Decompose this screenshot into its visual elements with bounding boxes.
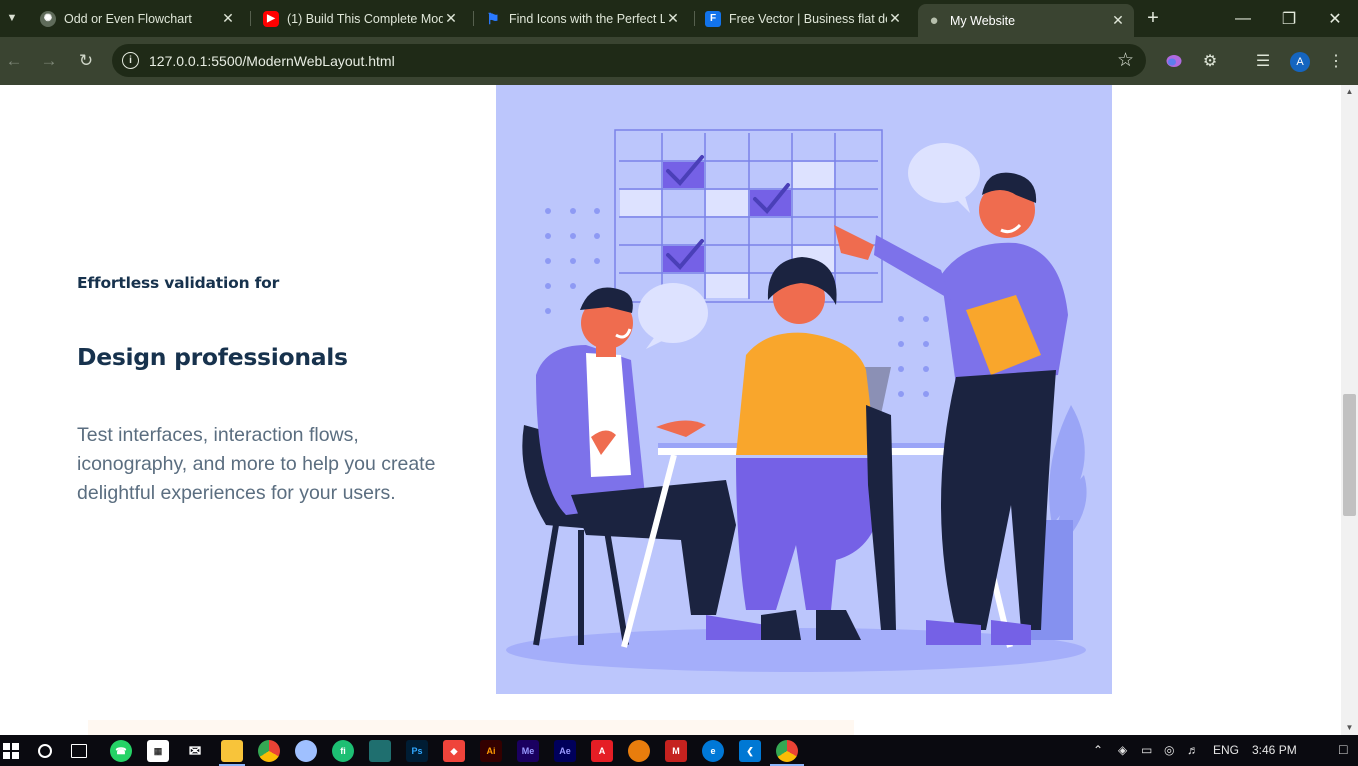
after-effects-icon[interactable]: Ae [554,740,576,762]
media-encoder-icon[interactable]: Me [517,740,539,762]
media-controls-icon[interactable]: ☰ [1251,49,1275,73]
gmail-icon[interactable]: M [665,740,687,762]
windows-taskbar: ☎ ▦ ✉ fi Ps ◆ Ai Me Ae A M e ❮ ⌃ ◈ ▭ ◎ ♬… [0,735,1358,766]
section-headline: Design professionals [77,343,348,371]
page-viewport: Effortless validation for Design profess… [0,85,1341,735]
tab-my-website[interactable]: ● My Website ✕ [918,4,1134,37]
windows-logo-icon [3,743,19,759]
fiverr-icon[interactable]: fi [332,740,354,762]
tab-title: My Website [950,13,1016,28]
address-bar[interactable]: i 127.0.0.1:5500/ModernWebLayout.html ☆ [112,44,1146,77]
wifi-icon[interactable]: ◈ [1118,743,1127,757]
site-info-icon[interactable]: i [122,52,139,69]
bookmark-star-icon[interactable]: ☆ [1117,49,1134,72]
tab-youtube[interactable]: ▶ (1) Build This Complete Mod ✕ [255,4,467,33]
tab-odd-or-even[interactable]: ✺ Odd or Even Flowchart ✕ [32,4,244,33]
page-scrollbar[interactable]: ▲ ▼ [1341,85,1358,735]
tab-separator [250,11,251,26]
tab-title: (1) Build This Complete Mod [287,11,443,26]
url-text[interactable]: 127.0.0.1:5500/ModernWebLayout.html [149,53,395,69]
photoshop-icon[interactable]: Ps [406,740,428,762]
team-meeting-illustration [506,129,1087,672]
freepik-icon: F [705,10,721,27]
close-icon[interactable]: ✕ [443,10,459,27]
close-icon[interactable]: ✕ [1110,12,1126,29]
notification-icon[interactable]: □ [1339,741,1347,757]
youtube-icon: ▶ [263,10,279,27]
edge-icon[interactable]: e [702,740,724,762]
profile-avatar[interactable]: A [1290,52,1310,72]
close-icon[interactable]: ✕ [665,10,681,27]
mail-icon[interactable]: ✉ [184,740,206,762]
minimize-icon[interactable]: — [1220,0,1266,37]
scroll-up-arrow-icon[interactable]: ▲ [1341,85,1358,99]
chatgpt-icon: ✺ [40,10,56,27]
new-tab-icon[interactable]: + [1141,6,1165,30]
section-body-text: Test interfaces, interaction flows, icon… [77,424,436,504]
blender-icon[interactable] [628,740,650,762]
section-eyebrow: Effortless validation for [77,274,280,292]
chrome-active-icon[interactable] [776,740,798,762]
close-icon[interactable]: ✕ [887,10,903,27]
tab-separator [473,11,474,26]
hero-illustration [496,85,1112,694]
flaticon-icon: ⚑ [486,10,500,28]
app-icon[interactable] [369,740,391,762]
search-icon[interactable] [34,740,56,762]
anydesk-icon[interactable]: ◆ [443,740,465,762]
acrobat-icon[interactable]: A [591,740,613,762]
browser-tab-bar: ▼ ✺ Odd or Even Flowchart ✕ ▶ (1) Build … [0,0,1358,37]
tab-freepik[interactable]: F Free Vector | Business flat de ✕ [697,4,911,33]
scroll-down-arrow-icon[interactable]: ▼ [1341,721,1358,735]
copilot-logo-icon [1166,55,1182,67]
volume-icon[interactable]: ♬ [1187,743,1199,757]
reload-icon[interactable]: ↻ [74,49,98,73]
globe-icon: ● [929,12,939,29]
tab-flaticon[interactable]: ⚑ Find Icons with the Perfect L ✕ [477,4,689,33]
next-section-edge [88,720,854,735]
paint-icon[interactable] [295,740,317,762]
store-icon[interactable]: ▦ [147,740,169,762]
vscode-icon[interactable]: ❮ [739,740,761,762]
clock[interactable]: 3:46 PM [1252,743,1297,757]
tab-separator [694,11,695,26]
file-explorer-icon[interactable] [221,740,243,762]
restore-icon[interactable]: ❐ [1266,0,1312,37]
scrollbar-thumb[interactable] [1343,394,1356,516]
search-circle-icon [38,744,52,758]
tab-title: Free Vector | Business flat de [729,11,887,26]
illustrator-icon[interactable]: Ai [480,740,502,762]
tab-title: Find Icons with the Perfect L [509,11,665,26]
whatsapp-icon[interactable]: ☎ [110,740,132,762]
language-indicator[interactable]: ENG [1213,743,1239,757]
browser-toolbar: ← → ↻ i 127.0.0.1:5500/ModernWebLayout.h… [0,37,1358,85]
browser-menu-icon[interactable]: ⋮ [1324,49,1348,73]
tab-search-chevron-icon[interactable]: ▼ [0,4,24,32]
start-icon[interactable] [0,740,22,762]
extensions-puzzle-icon[interactable]: ⚙ [1198,49,1222,73]
extension-copilot-icon[interactable] [1162,49,1186,73]
network-icon[interactable]: ◎ [1164,743,1174,757]
task-view-icon[interactable] [71,744,87,758]
back-icon[interactable]: ← [2,49,26,73]
tab-title: Odd or Even Flowchart [64,11,192,26]
forward-icon[interactable]: → [37,49,61,73]
battery-icon[interactable]: ▭ [1141,743,1152,757]
window-close-icon[interactable]: ✕ [1312,0,1358,37]
show-hidden-icons-icon[interactable]: ⌃ [1093,743,1103,757]
chrome-icon[interactable] [258,740,280,762]
close-icon[interactable]: ✕ [220,10,236,27]
